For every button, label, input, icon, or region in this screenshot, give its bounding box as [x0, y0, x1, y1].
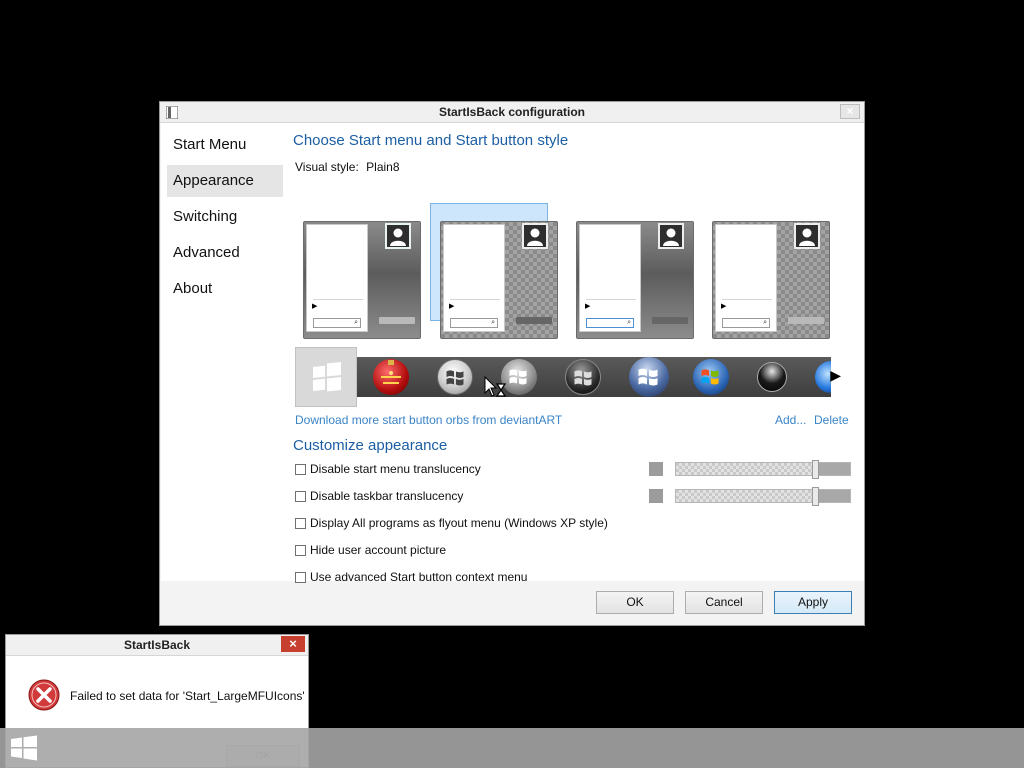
slider-thumb[interactable] [812, 487, 819, 506]
error-title: StartIsBack [123, 638, 191, 652]
apply-button[interactable]: Apply [774, 591, 852, 614]
style-thumb-menu: ▶ ⌕ [306, 224, 368, 332]
chevron-right-icon: ▶ [449, 303, 455, 310]
taskbar-translucency-slider[interactable] [649, 487, 851, 506]
error-close-button[interactable]: × [281, 636, 305, 652]
error-message: Failed to set data for 'Start_LargeMFUIc… [70, 689, 305, 703]
windows-flag-icon [638, 368, 658, 386]
orb-option-ornament[interactable] [373, 359, 409, 395]
color-swatch[interactable] [649, 489, 663, 503]
checkbox[interactable] [295, 518, 306, 529]
add-orb-link[interactable]: Add... [775, 413, 806, 427]
slider-track[interactable] [675, 460, 851, 479]
option-disable-taskbar-translucency[interactable]: Disable taskbar translucency [295, 489, 463, 505]
download-orbs-link[interactable]: Download more start button orbs from dev… [295, 413, 562, 427]
user-picture-icon [794, 223, 820, 249]
option-flyout-all-programs[interactable]: Display All programs as flyout menu (Win… [295, 516, 608, 532]
shutdown-bar [652, 317, 688, 324]
style-option-1[interactable]: ▶ ⌕ [293, 203, 421, 339]
search-icon: ⌕ [313, 318, 361, 328]
slider-fill [819, 463, 850, 475]
checkbox[interactable] [295, 491, 306, 502]
checkbox[interactable] [295, 464, 306, 475]
visual-style-line: Visual style: Plain8 [295, 160, 400, 174]
windows-logo-icon [313, 362, 341, 392]
orb-option-dark-glass[interactable] [757, 362, 787, 392]
option-disable-start-translucency[interactable]: Disable start menu translucency [295, 462, 481, 478]
start-menu-translucency-slider[interactable] [649, 460, 851, 479]
ornament-icon [381, 360, 401, 384]
option-label: Disable start menu translucency [310, 462, 481, 476]
user-picture-icon [522, 223, 548, 249]
orb-option-silver[interactable] [437, 359, 473, 395]
chevron-right-icon: ▶ [312, 303, 318, 310]
nav-item-switching[interactable]: Switching [167, 201, 283, 233]
option-label: Display All programs as flyout menu (Win… [310, 516, 608, 530]
taskbar [0, 728, 1024, 768]
style-thumb-menu: ▶ ⌕ [443, 224, 505, 332]
style-thumb-menu: ▶ ⌕ [715, 224, 777, 332]
windows-flag-color-icon [701, 369, 719, 385]
orb-option-black[interactable] [565, 359, 601, 395]
chevron-right-icon: ▶ [585, 303, 591, 310]
option-hide-user-picture[interactable]: Hide user account picture [295, 543, 446, 559]
option-label: Hide user account picture [310, 543, 447, 557]
color-swatch[interactable] [649, 462, 663, 476]
nav-item-about[interactable]: About [167, 273, 283, 305]
windows-flag-icon [446, 370, 464, 386]
nav-item-start-menu[interactable]: Start Menu [167, 129, 283, 161]
orb-option-partial[interactable] [815, 361, 831, 393]
ok-button[interactable]: OK [596, 591, 674, 614]
windows-flag-icon [574, 370, 592, 386]
style-thumb-menu: ▶ ⌕ [579, 224, 641, 332]
shutdown-bar [516, 317, 552, 324]
section-heading: Choose Start menu and Start button style [293, 132, 569, 149]
nav-item-advanced[interactable]: Advanced [167, 237, 283, 269]
dialog-footer: OK Cancel Apply [160, 581, 864, 627]
customize-heading: Customize appearance [293, 437, 448, 454]
visual-style-value: Plain8 [366, 160, 400, 174]
window-body: Start Menu Appearance Switching Advanced… [161, 123, 864, 584]
cancel-button[interactable]: Cancel [685, 591, 763, 614]
shutdown-bar [379, 317, 415, 324]
style-option-4[interactable]: ▶ ⌕ [702, 203, 830, 339]
slider-fill [819, 490, 850, 502]
orb-option-windows8[interactable] [295, 347, 357, 407]
search-icon: ⌕ [722, 318, 770, 328]
slider-track[interactable] [675, 487, 851, 506]
shutdown-bar [788, 317, 824, 324]
appearance-panel: Choose Start menu and Start button style… [293, 123, 864, 584]
close-button[interactable]: × [840, 104, 860, 119]
user-picture-icon [658, 223, 684, 249]
checkbox[interactable] [295, 545, 306, 556]
title-bar[interactable]: StartIsBack configuration × [160, 102, 864, 123]
busy-cursor-icon [484, 376, 507, 397]
style-option-3[interactable]: ▶ ⌕ [566, 203, 694, 339]
orb-option-blue[interactable] [629, 357, 669, 397]
config-window: StartIsBack configuration × Start Menu A… [159, 101, 865, 626]
scroll-right-icon[interactable]: ▶ [830, 367, 841, 384]
sidebar-nav: Start Menu Appearance Switching Advanced… [161, 123, 289, 581]
nav-item-appearance[interactable]: Appearance [167, 165, 283, 197]
delete-orb-link[interactable]: Delete [814, 413, 849, 427]
user-picture-icon [385, 223, 411, 249]
option-label: Disable taskbar translucency [310, 489, 464, 503]
slider-thumb[interactable] [812, 460, 819, 479]
error-x-icon [28, 679, 60, 711]
chevron-right-icon: ▶ [721, 303, 727, 310]
style-option-2-selected[interactable]: ▶ ⌕ [430, 203, 558, 339]
search-icon: ⌕ [450, 318, 498, 328]
visual-style-label: Visual style: [295, 160, 359, 174]
window-title: StartIsBack configuration [438, 105, 586, 119]
start-button-windows-logo-icon[interactable] [10, 735, 38, 761]
error-title-bar[interactable]: StartIsBack × [6, 635, 308, 656]
orb-option-vista[interactable] [693, 359, 729, 395]
search-icon: ⌕ [586, 318, 634, 328]
start-orb-strip[interactable]: ▶ [295, 347, 841, 407]
